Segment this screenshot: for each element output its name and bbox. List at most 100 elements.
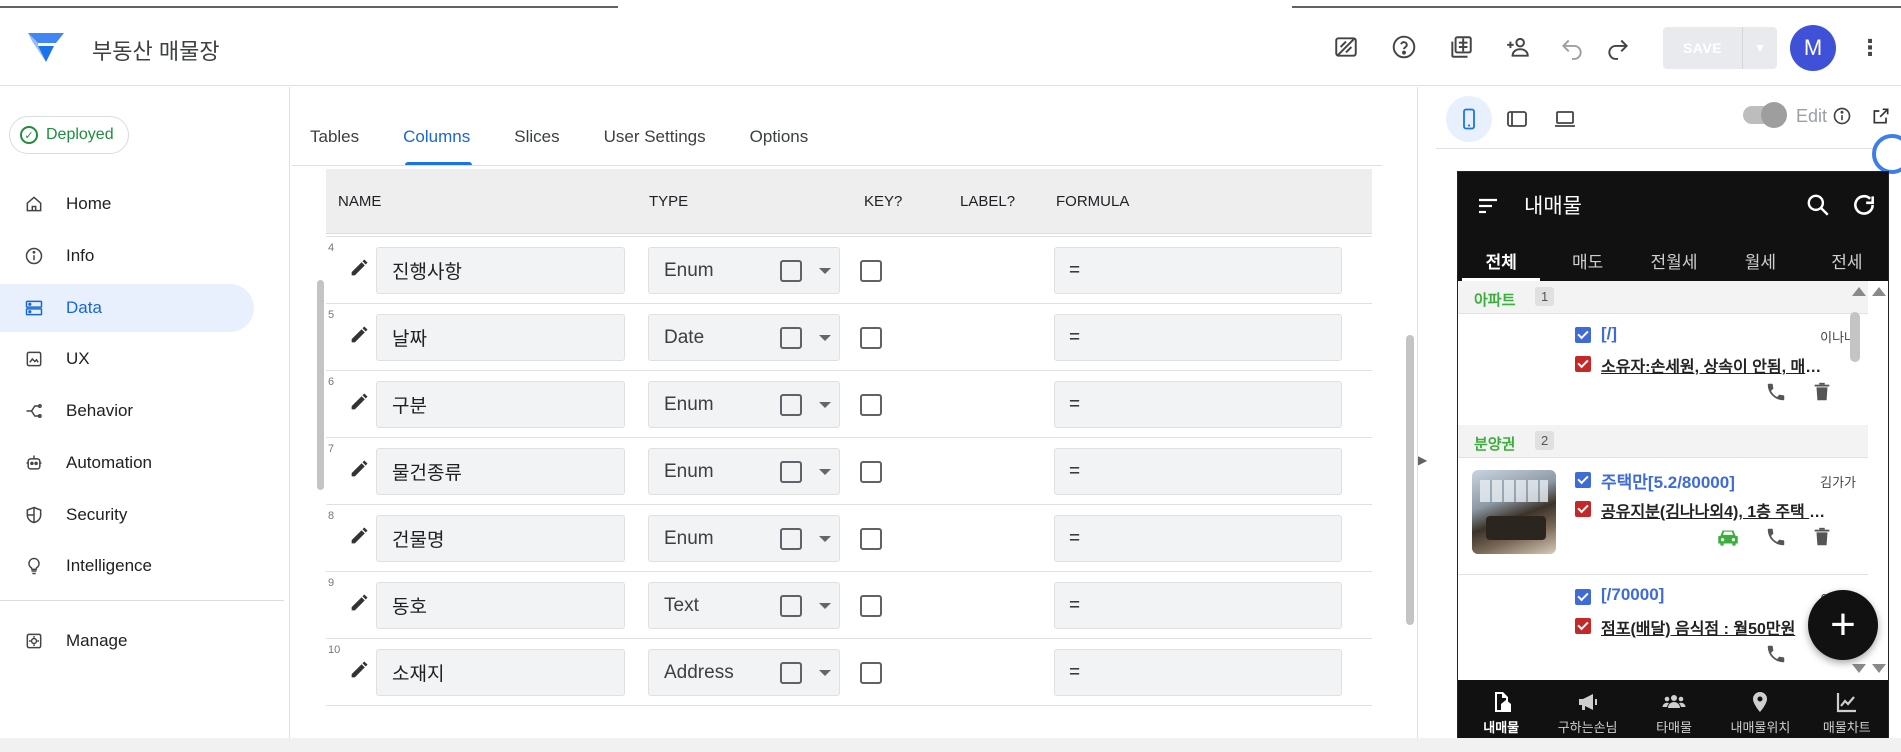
edit-pencil-icon[interactable] — [348, 391, 370, 413]
delete-icon[interactable] — [1811, 381, 1833, 403]
label-checkbox[interactable] — [860, 260, 882, 282]
key-checkbox[interactable] — [780, 662, 802, 684]
tab-tables[interactable]: Tables — [292, 115, 385, 165]
label-checkbox[interactable] — [860, 528, 882, 550]
scroll-down-icon[interactable] — [1852, 664, 1866, 673]
sidebar-item-data[interactable]: Data — [0, 284, 254, 332]
assistant-orb-icon[interactable] — [1872, 134, 1901, 174]
phone-tab-jeonwolse[interactable]: 전월세 — [1631, 238, 1717, 281]
key-checkbox[interactable] — [780, 394, 802, 416]
sidebar-item-manage[interactable]: Manage — [0, 617, 254, 665]
column-type-select[interactable]: Text — [648, 582, 840, 629]
label-checkbox[interactable] — [860, 461, 882, 483]
table-row[interactable]: 9 동호 Text = — [326, 572, 1372, 639]
list-item[interactable]: [/] 이나나 소유자:손세원, 상속이 안됨, 매물 정리 — [1458, 314, 1868, 431]
more-vert-icon[interactable]: ⋮ — [1859, 32, 1881, 64]
tab-columns[interactable]: Columns — [385, 115, 496, 165]
person-add-icon[interactable] — [1502, 31, 1534, 63]
phone-call-icon[interactable] — [1765, 526, 1787, 548]
collapse-preview-icon[interactable]: ▶ — [1418, 453, 1432, 467]
sidebar-item-behavior[interactable]: Behavior — [0, 387, 254, 435]
table-scrollbar[interactable] — [1406, 335, 1414, 625]
formula-input[interactable]: = — [1054, 649, 1342, 696]
phone-list-scrollbar[interactable] — [1850, 312, 1860, 362]
sidebar-item-home[interactable]: Home — [0, 180, 254, 228]
key-checkbox[interactable] — [780, 260, 802, 282]
table-row[interactable]: 4 진행사항 Enum = — [326, 237, 1372, 304]
sidebar-item-info[interactable]: Info — [0, 232, 254, 280]
delete-icon[interactable] — [1811, 526, 1833, 548]
avatar[interactable]: M — [1790, 25, 1836, 71]
label-checkbox[interactable] — [860, 662, 882, 684]
save-button-label[interactable]: SAVE — [1663, 27, 1743, 69]
sidebar-item-ux[interactable]: UX — [0, 335, 254, 383]
group-header-presale[interactable]: 분양권 2 — [1458, 425, 1868, 458]
scroll-down-icon[interactable] — [1872, 664, 1886, 673]
label-checkbox[interactable] — [860, 327, 882, 349]
car-icon[interactable] — [1714, 524, 1742, 550]
phone-call-icon[interactable] — [1765, 643, 1787, 665]
list-item[interactable]: 주택만[5.2/80000] 김가가 공유지분(김나나외4), 1층 주택 상가 — [1458, 458, 1868, 575]
search-icon[interactable] — [1805, 192, 1831, 218]
phone-tab-all[interactable]: 전체 — [1458, 238, 1544, 281]
formula-input[interactable]: = — [1054, 515, 1342, 562]
column-name-input[interactable]: 물건종류 — [376, 448, 625, 495]
redo-icon[interactable] — [1602, 31, 1634, 63]
key-checkbox[interactable] — [780, 327, 802, 349]
formula-input[interactable]: = — [1054, 314, 1342, 361]
column-name-input[interactable]: 동호 — [376, 582, 625, 629]
phone-icon[interactable] — [1446, 96, 1492, 142]
formula-input[interactable]: = — [1054, 582, 1342, 629]
sidebar-item-automation[interactable]: Automation — [0, 439, 254, 487]
column-type-select[interactable]: Enum — [648, 448, 840, 495]
save-button[interactable]: SAVE ▼ — [1663, 27, 1777, 69]
no-preview-icon[interactable] — [1330, 31, 1362, 63]
column-name-input[interactable]: 건물명 — [376, 515, 625, 562]
table-row[interactable]: 10 소재지 Address = — [326, 639, 1372, 706]
help-icon[interactable] — [1388, 31, 1420, 63]
label-checkbox[interactable] — [860, 394, 882, 416]
edit-pencil-icon[interactable] — [348, 324, 370, 346]
open-in-new-icon[interactable] — [1871, 106, 1891, 126]
table-row[interactable]: 5 날짜 Date = — [326, 304, 1372, 371]
column-type-select[interactable]: Enum — [648, 381, 840, 428]
info-icon[interactable] — [1832, 106, 1852, 126]
edit-pencil-icon[interactable] — [348, 659, 370, 681]
library-icon[interactable] — [1445, 31, 1477, 63]
edit-pencil-icon[interactable] — [348, 257, 370, 279]
label-checkbox[interactable] — [860, 595, 882, 617]
refresh-icon[interactable] — [1851, 192, 1877, 218]
column-type-select[interactable]: Enum — [648, 247, 840, 294]
key-checkbox[interactable] — [780, 528, 802, 550]
phone-call-icon[interactable] — [1765, 381, 1787, 403]
save-dropdown-icon[interactable]: ▼ — [1743, 27, 1777, 69]
formula-input[interactable]: = — [1054, 247, 1342, 294]
table-row[interactable]: 7 물건종류 Enum = — [326, 438, 1372, 505]
list-item[interactable]: [/70000] 이다다 점포(배달) 음식점 : 월50만원 — [1458, 575, 1868, 692]
edit-pencil-icon[interactable] — [348, 525, 370, 547]
key-checkbox[interactable] — [780, 461, 802, 483]
scroll-up-icon[interactable] — [1852, 287, 1866, 296]
group-header-apartment[interactable]: 아파트 1 — [1458, 281, 1868, 314]
column-name-input[interactable]: 구분 — [376, 381, 625, 428]
deployed-badge[interactable]: ✓ Deployed — [9, 116, 129, 154]
tab-slices[interactable]: Slices — [496, 115, 585, 165]
column-type-select[interactable]: Address — [648, 649, 840, 696]
add-listing-button[interactable]: + — [1808, 590, 1878, 660]
scroll-up-icon[interactable] — [1872, 287, 1886, 296]
column-type-select[interactable]: Enum — [648, 515, 840, 562]
edit-pencil-icon[interactable] — [348, 458, 370, 480]
column-name-input[interactable]: 소재지 — [376, 649, 625, 696]
edit-toggle[interactable] — [1743, 102, 1787, 128]
key-checkbox[interactable] — [780, 595, 802, 617]
undo-icon[interactable] — [1556, 31, 1588, 63]
formula-input[interactable]: = — [1054, 448, 1342, 495]
tablet-icon[interactable] — [1494, 96, 1540, 142]
column-name-input[interactable]: 진행사항 — [376, 247, 625, 294]
table-row[interactable]: 8 건물명 Enum = — [326, 505, 1372, 572]
phone-tab-jeonse[interactable]: 전세 — [1804, 238, 1888, 281]
table-row[interactable]: 6 구분 Enum = — [326, 371, 1372, 438]
laptop-icon[interactable] — [1542, 96, 1588, 142]
tab-options[interactable]: Options — [732, 115, 835, 165]
formula-input[interactable]: = — [1054, 381, 1342, 428]
